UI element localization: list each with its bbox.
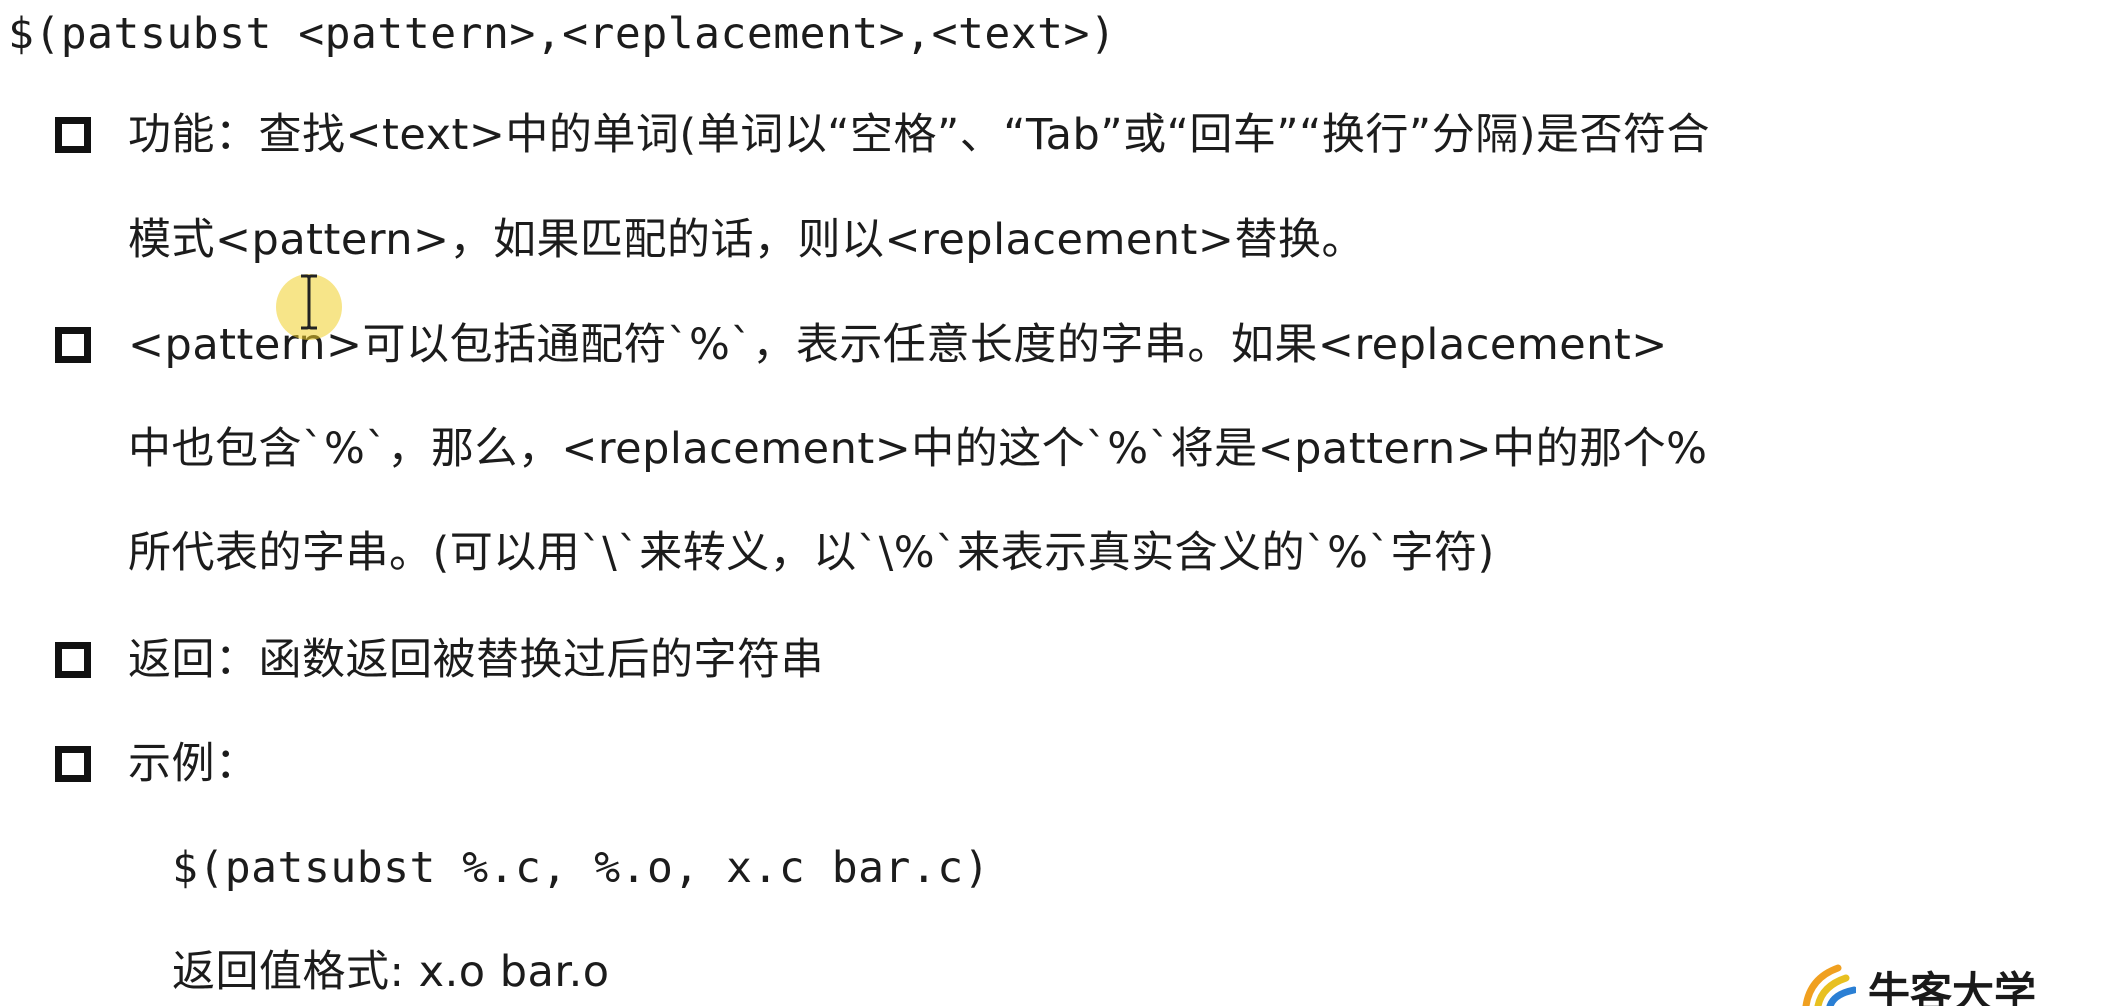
bullet-2-line-3: 所代表的字串。(可以用`\`来转义，以`\%`来表示真实含义的`%`字符): [128, 528, 1495, 578]
bullet-2-line-1: <pattern>可以包括通配符`%`，表示任意长度的字串。如果<replace…: [128, 320, 1668, 370]
bullet-square-icon: [55, 746, 91, 782]
slide-page: $(patsubst <pattern>,<replacement>,<text…: [0, 0, 2108, 1006]
brand-logo: 牛客大学: [1800, 960, 2036, 1006]
text-cursor-icon: [301, 274, 317, 330]
page-title: $(patsubst <pattern>,<replacement>,<text…: [8, 9, 1117, 59]
bullet-2-line-2: 中也包含`%`，那么，<replacement>中的这个`%`将是<patter…: [128, 424, 1708, 474]
example-code: $(patsubst %.c, %.o, x.c bar.c): [172, 843, 991, 893]
bullet-square-icon: [55, 117, 91, 153]
bullet-1-line-2: 模式<pattern>，如果匹配的话，则以<replacement>替换。: [128, 215, 1365, 265]
bullet-square-icon: [55, 327, 91, 363]
bullet-square-icon: [55, 642, 91, 678]
logo-mark-icon: [1802, 964, 1856, 1006]
logo-text: 牛客大学: [1868, 968, 2037, 1006]
example-result: 返回值格式: x.o bar.o: [172, 947, 610, 997]
bullet-4-line-1: 示例：: [128, 739, 259, 789]
bullet-1-line-1: 功能：查找<text>中的单词(单词以“空格”、“Tab”或“回车”“换行”分隔…: [128, 110, 1710, 160]
bullet-3-line-1: 返回：函数返回被替换过后的字符串: [128, 635, 824, 685]
